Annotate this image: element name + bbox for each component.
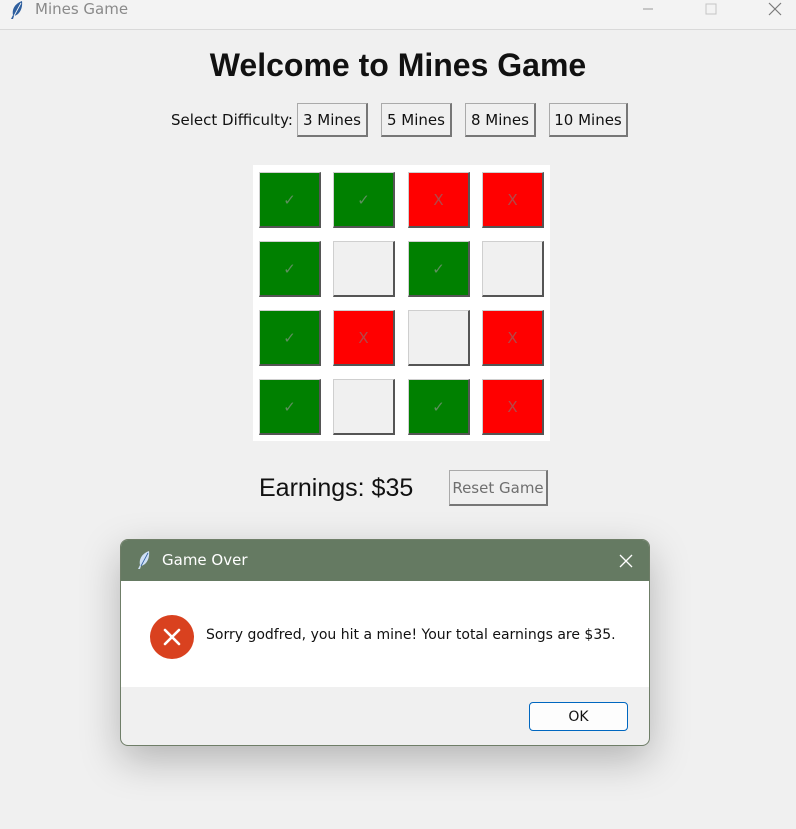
error-icon	[150, 615, 194, 659]
grid-cell[interactable]: ✓	[259, 310, 321, 366]
grid-cell[interactable]: ✓	[408, 379, 470, 435]
earnings-display: Earnings: $35	[259, 474, 414, 502]
grid-cell[interactable]	[333, 379, 395, 435]
window-titlebar: Mines Game	[0, 0, 796, 30]
dialog-title: Game Over	[162, 551, 248, 569]
maximize-button[interactable]	[688, 0, 734, 18]
minimize-icon	[643, 8, 653, 10]
grid-cell[interactable]: ✓	[408, 241, 470, 297]
reset-game-button[interactable]: Reset Game	[449, 470, 548, 506]
close-icon	[619, 554, 633, 568]
difficulty-10-mines-button[interactable]: 10 Mines	[549, 103, 628, 137]
feather-icon	[138, 551, 150, 569]
grid-cell[interactable]: ✓	[259, 172, 321, 228]
difficulty-8-mines-button[interactable]: 8 Mines	[465, 103, 536, 137]
window-title: Mines Game	[35, 0, 129, 18]
grid-cell[interactable]: ✓	[333, 172, 395, 228]
grid-cell[interactable]: X	[482, 379, 544, 435]
close-window-button[interactable]	[752, 0, 796, 18]
dialog-message: Sorry godfred, you hit a mine! Your tota…	[206, 627, 616, 643]
dialog-body: Sorry godfred, you hit a mine! Your tota…	[121, 581, 649, 687]
grid-cell[interactable]: ✓	[259, 379, 321, 435]
grid-cell[interactable]	[333, 241, 395, 297]
grid-cell[interactable]	[482, 241, 544, 297]
grid-cell[interactable]	[408, 310, 470, 366]
close-icon	[768, 2, 782, 16]
dialog-titlebar: Game Over	[121, 540, 649, 581]
game-over-dialog: Game Over Sorry godfred, you hit a mine!…	[120, 539, 650, 746]
feather-icon	[11, 1, 23, 19]
grid-cell[interactable]: X	[333, 310, 395, 366]
difficulty-5-mines-button[interactable]: 5 Mines	[381, 103, 452, 137]
mines-grid: ✓ ✓ X X ✓ ✓ ✓ X X ✓ ✓ X	[253, 165, 550, 441]
grid-cell[interactable]: ✓	[259, 241, 321, 297]
difficulty-3-mines-button[interactable]: 3 Mines	[297, 103, 368, 137]
ok-button[interactable]: OK	[529, 702, 628, 731]
x-mark-icon	[163, 628, 181, 646]
grid-cell[interactable]: X	[482, 310, 544, 366]
minimize-button[interactable]	[625, 0, 671, 18]
page-title: Welcome to Mines Game	[209, 47, 587, 83]
grid-cell[interactable]: X	[482, 172, 544, 228]
maximize-icon	[705, 3, 717, 15]
difficulty-label: Select Difficulty:	[171, 111, 293, 129]
dialog-close-button[interactable]	[613, 550, 639, 572]
grid-cell[interactable]: X	[408, 172, 470, 228]
